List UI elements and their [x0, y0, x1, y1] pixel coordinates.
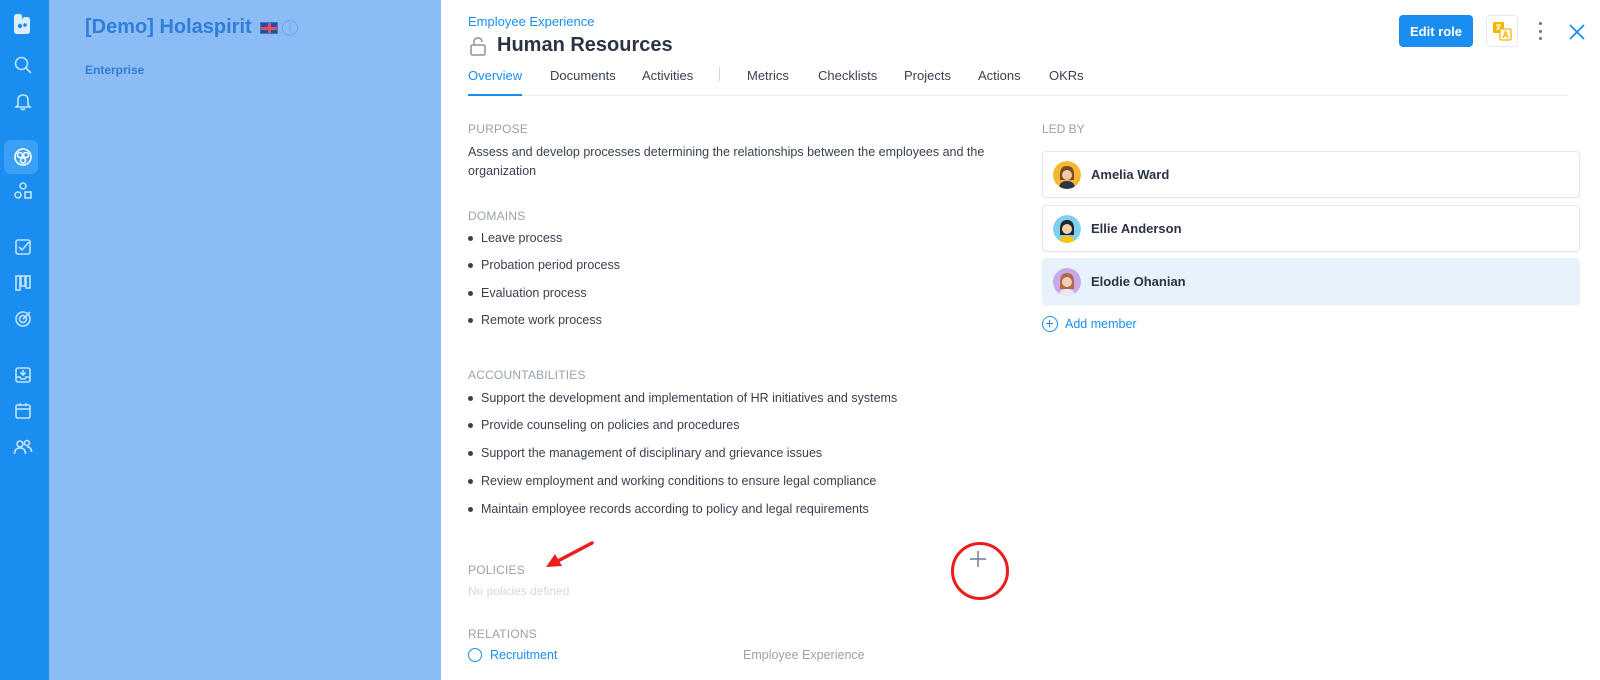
accountability-item: Support the management of disciplinary a…	[468, 446, 822, 460]
lock-icon	[470, 37, 486, 56]
avatar	[1053, 160, 1081, 189]
domain-item: Probation period process	[468, 258, 620, 272]
organization-icon[interactable]	[12, 146, 34, 168]
calendar-icon[interactable]	[12, 400, 34, 422]
tab-checklists[interactable]: Checklists	[818, 68, 877, 96]
info-icon[interactable]: i	[282, 20, 298, 36]
policies-empty-text: No policies defined	[468, 584, 570, 598]
tab-projects[interactable]: Projects	[904, 68, 951, 96]
accountabilities-label: ACCOUNTABILITIES	[468, 368, 586, 382]
close-icon[interactable]	[1567, 22, 1587, 42]
logo-icon[interactable]	[10, 12, 34, 36]
member-card[interactable]: Ellie Anderson	[1042, 205, 1580, 252]
tab-metrics[interactable]: Metrics	[747, 68, 789, 96]
add-member-label: Add member	[1065, 317, 1137, 331]
people-icon[interactable]	[12, 436, 34, 458]
search-icon[interactable]	[12, 54, 34, 76]
tab-divider	[719, 67, 720, 81]
tab-overview[interactable]: Overview	[468, 68, 523, 96]
page-title: Human Resources	[497, 34, 673, 56]
role-panel: Employee Experience Human Resources Edit…	[441, 0, 1600, 680]
relation-circle-name: Employee Experience	[743, 648, 865, 662]
org-title-text: [Demo] Holaspirit	[85, 16, 252, 38]
purpose-line-2: organization	[468, 164, 537, 178]
more-options-icon[interactable]	[1535, 20, 1545, 42]
led-by-label: LED BY	[1042, 122, 1085, 136]
member-name: Elodie Ohanian	[1091, 274, 1186, 289]
tab-bar: Overview Documents Activities Metrics Ch…	[468, 66, 1568, 96]
inbox-icon[interactable]	[12, 364, 34, 386]
accountability-item: Support the development and implementati…	[468, 391, 897, 405]
tab-documents[interactable]: Documents	[550, 68, 616, 96]
kanban-icon[interactable]	[12, 272, 34, 294]
tab-actions[interactable]: Actions	[978, 68, 1021, 96]
domain-item: Leave process	[468, 231, 562, 245]
org-title: [Demo] Holaspirit	[85, 16, 278, 39]
avatar	[1053, 214, 1081, 243]
annotation-arrow-icon	[546, 541, 594, 567]
domains-label: DOMAINS	[468, 209, 526, 223]
roles-icon[interactable]	[12, 180, 34, 202]
tab-activities[interactable]: Activities	[642, 68, 693, 96]
bell-icon[interactable]	[12, 90, 34, 112]
checklist-icon[interactable]	[12, 236, 34, 258]
breadcrumb[interactable]: Employee Experience	[468, 14, 594, 29]
policies-label: POLICIES	[468, 563, 525, 577]
org-subtitle: Enterprise	[85, 63, 145, 77]
accountability-item: Provide counseling on policies and proce…	[468, 418, 740, 432]
accountability-item: Maintain employee records according to p…	[468, 502, 869, 516]
annotation-circle	[951, 542, 1009, 600]
member-name: Ellie Anderson	[1091, 221, 1182, 236]
member-card[interactable]: Amelia Ward	[1042, 151, 1580, 198]
domain-item: Remote work process	[468, 313, 602, 327]
add-circle-icon	[1042, 316, 1058, 332]
domain-item: Evaluation process	[468, 286, 587, 300]
tab-okrs[interactable]: OKRs	[1049, 68, 1084, 96]
purpose-line-1: Assess and develop processes determining…	[468, 145, 985, 159]
translate-button[interactable]	[1486, 15, 1518, 47]
edit-role-button[interactable]: Edit role	[1399, 15, 1473, 47]
translate-icon	[1493, 22, 1512, 41]
avatar	[1053, 267, 1081, 296]
member-card[interactable]: Elodie Ohanian	[1042, 258, 1580, 305]
relations-label: RELATIONS	[468, 627, 537, 641]
role-circle-icon	[468, 648, 482, 662]
add-member-button[interactable]: Add member	[1042, 316, 1137, 332]
accountability-item: Review employment and working conditions…	[468, 474, 876, 488]
background-overlay[interactable]	[49, 0, 441, 680]
left-rail	[0, 0, 49, 680]
relation-role-name[interactable]: Recruitment	[490, 648, 557, 662]
purpose-label: PURPOSE	[468, 122, 529, 136]
relation-item[interactable]: Recruitment	[468, 648, 557, 662]
member-name: Amelia Ward	[1091, 167, 1170, 182]
uk-flag-icon	[259, 21, 278, 34]
target-icon[interactable]	[12, 308, 34, 330]
